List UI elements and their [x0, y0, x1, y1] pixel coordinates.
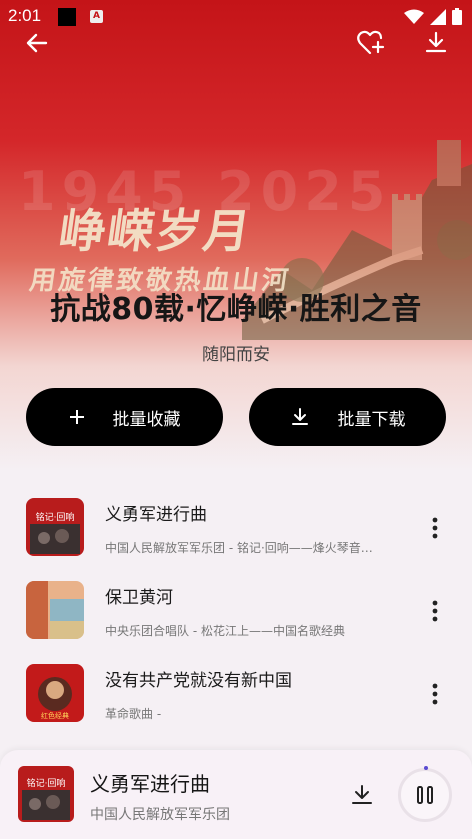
batch-collect-label: 批量收藏	[112, 409, 181, 430]
status-time: 2:01	[8, 6, 42, 25]
song-meta: 革命歌曲 -	[105, 707, 162, 721]
playlist-author[interactable]: 随阳而安	[0, 340, 472, 365]
now-playing-artist: 中国人民解放军军乐团	[90, 807, 230, 823]
song-meta: 中国人民解放军军乐团 - 铭记·回响——烽火琴音…	[105, 541, 373, 555]
batch-collect-button[interactable]: 批量收藏	[26, 388, 223, 446]
song-cover-image: 铭记·回响	[26, 498, 84, 556]
signal-icon	[430, 8, 446, 25]
more-vertical-icon[interactable]	[425, 682, 445, 706]
song-cover-image	[26, 581, 84, 639]
pause-icon	[417, 786, 433, 804]
song-meta: 中央乐团合唱队 - 松花江上——中国名歌经典	[105, 624, 345, 638]
song-title: 保卫黄河	[105, 588, 173, 608]
song-title: 没有共产党就没有新中国	[105, 671, 292, 691]
cover-text: 铭记·回响	[27, 777, 66, 789]
status-icons	[404, 8, 462, 25]
app-notification-icon: A	[90, 10, 103, 23]
batch-download-label: 批量下载	[337, 409, 406, 430]
batch-download-button[interactable]: 批量下载	[249, 388, 446, 446]
pause-button[interactable]	[398, 768, 452, 822]
wifi-icon	[404, 9, 424, 24]
plus-icon	[69, 410, 84, 424]
mini-player[interactable]: 铭记·回响 义勇军进行曲 中国人民解放军军乐团	[0, 750, 472, 839]
more-vertical-icon[interactable]	[425, 599, 445, 623]
download-icon[interactable]	[423, 30, 449, 56]
playlist-title: 抗战80载·忆峥嵘·胜利之音	[50, 292, 422, 327]
cover-text: 红色经典	[41, 711, 69, 720]
cover-text: 铭记·回响	[36, 511, 75, 523]
song-row[interactable]: 保卫黄河 中央乐团合唱队 - 松花江上——中国名歌经典	[0, 571, 472, 651]
notification-square-icon	[58, 8, 76, 26]
now-playing-title: 义勇军进行曲	[90, 772, 210, 796]
more-vertical-icon[interactable]	[425, 516, 445, 540]
status-bar: 2:01 A	[0, 0, 472, 32]
battery-icon	[452, 8, 462, 25]
back-arrow-icon[interactable]	[24, 30, 50, 56]
heart-plus-icon[interactable]	[357, 30, 385, 56]
song-cover-image: 红色经典	[26, 664, 84, 722]
progress-indicator	[424, 766, 428, 770]
song-title: 义勇军进行曲	[105, 505, 207, 525]
now-playing-cover: 铭记·回响	[18, 766, 74, 822]
song-row[interactable]: 红色经典 没有共产党就没有新中国 革命歌曲 -	[0, 654, 472, 734]
song-row[interactable]: 铭记·回响 义勇军进行曲 中国人民解放军军乐团 - 铭记·回响——烽火琴音…	[0, 488, 472, 568]
download-icon	[291, 408, 308, 425]
hero-calligraphy: 峥嵘岁月	[55, 204, 256, 258]
download-icon[interactable]	[350, 783, 374, 807]
